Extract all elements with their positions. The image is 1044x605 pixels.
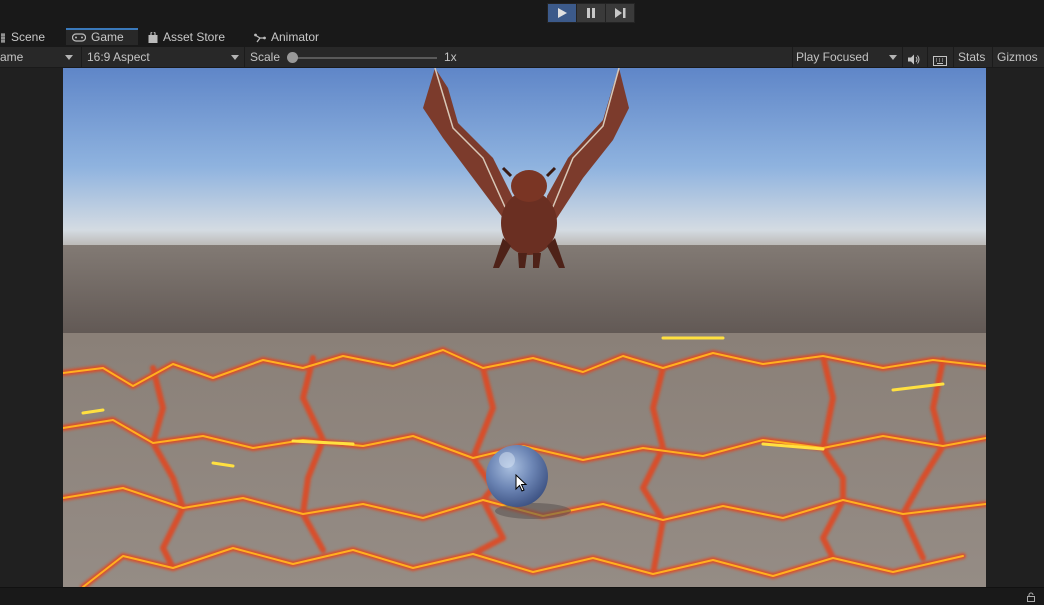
play-focus-dropdown[interactable]: Play Focused [796, 47, 869, 67]
pause-button[interactable] [576, 3, 606, 23]
animator-icon [254, 33, 266, 42]
tab-scene[interactable]: Scene [0, 28, 62, 47]
scene-grid-icon [1, 32, 5, 43]
step-button[interactable] [605, 3, 635, 23]
tab-scene-label: Scene [11, 30, 46, 44]
lock-icon [1027, 592, 1035, 602]
divider [792, 47, 793, 67]
shopping-bag-icon [148, 32, 158, 43]
divider [927, 47, 928, 67]
tab-animator-label: Animator [271, 30, 320, 44]
game-view[interactable] [63, 68, 986, 587]
status-bar [0, 587, 1044, 605]
tab-game[interactable]: Game [66, 28, 138, 45]
top-bar [0, 0, 1044, 28]
lock-button[interactable] [1027, 591, 1035, 605]
chevron-down-icon [65, 55, 73, 60]
chevron-down-icon [231, 55, 239, 60]
divider [953, 47, 954, 67]
tab-animator[interactable]: Animator [254, 28, 334, 47]
tab-asset-store[interactable]: Asset Store [148, 28, 240, 47]
chevron-down-icon [889, 55, 897, 60]
tab-game-label: Game [91, 30, 124, 44]
divider [992, 47, 993, 67]
mute-audio-button[interactable] [908, 51, 921, 65]
scale-slider-track[interactable] [291, 57, 437, 59]
divider [902, 47, 903, 67]
speaker-icon [908, 54, 920, 65]
play-button[interactable] [547, 3, 577, 23]
scale-label: Scale [250, 50, 281, 64]
gamepad-icon [72, 33, 86, 42]
divider [244, 47, 245, 67]
scale-slider-handle[interactable] [287, 52, 298, 63]
step-icon [614, 8, 625, 18]
sphere-highlight [499, 452, 515, 468]
play-icon [558, 8, 567, 18]
gizmos-button[interactable]: Gizmos [997, 47, 1038, 67]
tab-asset-store-label: Asset Store [163, 30, 226, 44]
stats-button[interactable]: Stats [958, 47, 985, 67]
keyboard-icon [933, 56, 947, 66]
aspect-dropdown[interactable]: 16:9 Aspect [87, 47, 150, 67]
sphere-shadow [495, 503, 571, 519]
keyboard-shortcuts-button[interactable] [933, 52, 947, 66]
divider [81, 47, 82, 67]
display-dropdown[interactable]: ame [0, 47, 23, 67]
tab-bar: Scene Game Asset Store Animator [0, 28, 1044, 47]
play-controls [547, 3, 635, 23]
scale-value: 1x [444, 50, 457, 64]
pause-icon [587, 8, 595, 18]
game-render [63, 68, 986, 587]
game-toolbar: ame 16:9 Aspect Scale 1x Play Focused St… [0, 47, 1044, 68]
